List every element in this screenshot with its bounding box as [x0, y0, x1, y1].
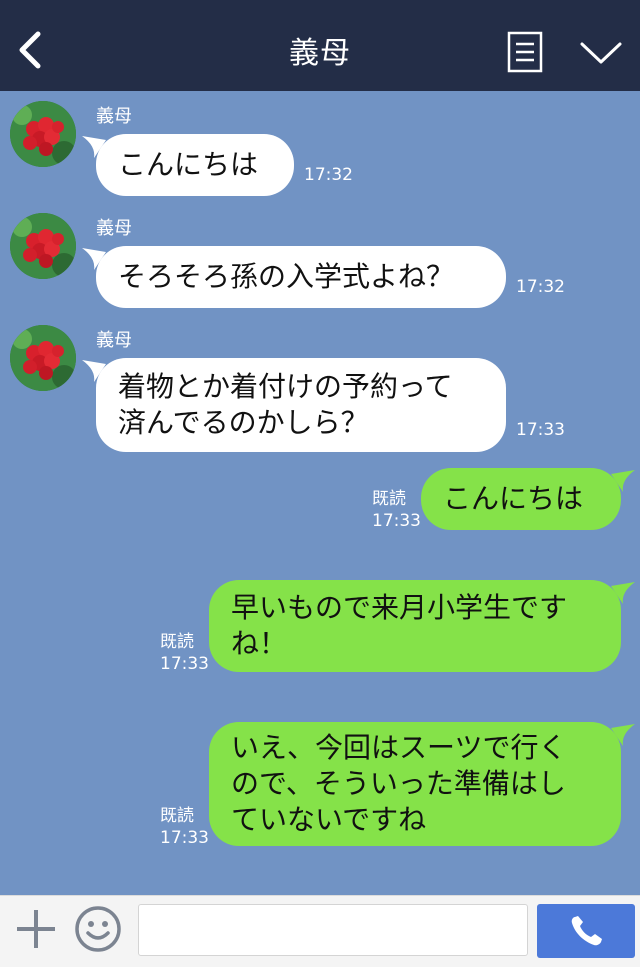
berry-photo-icon — [10, 101, 76, 167]
input-bar — [0, 895, 640, 967]
bubble-tail — [82, 360, 106, 382]
bubble-tail — [611, 470, 635, 492]
bubble-tail — [611, 582, 635, 604]
read-label: 既読 — [372, 489, 406, 509]
message-time: 17:33 — [160, 828, 209, 848]
message-time: 17:32 — [304, 165, 353, 185]
smiley-icon[interactable] — [74, 905, 122, 953]
call-button[interactable] — [537, 904, 635, 958]
message-text: 早いもので来月小学生です ね！ — [231, 591, 568, 660]
message-text: こんにちは — [443, 482, 584, 515]
chat-title: 義母 — [289, 36, 351, 71]
message-text: 着物とか着付けの予約って 済んでるのかしら？ — [118, 370, 453, 439]
message-text: いえ、今回はスーツで行く ので、そういった準備はし ていないですね — [231, 731, 567, 836]
message-time: 17:32 — [516, 277, 565, 297]
avatar[interactable] — [10, 101, 76, 167]
chevron-down-icon[interactable] — [579, 40, 623, 66]
avatar[interactable] — [10, 213, 76, 279]
read-receipt: 既読 17:33 — [160, 631, 209, 675]
message-bubble-outgoing[interactable]: 早いもので来月小学生です ね！ — [209, 580, 635, 672]
message-bubble-outgoing[interactable]: こんにちは — [421, 468, 635, 530]
message-bubble-incoming[interactable]: こんにちは — [82, 134, 294, 196]
message-time: 17:33 — [160, 654, 209, 674]
phone-icon — [571, 916, 602, 946]
bubble-tail — [611, 724, 635, 746]
berry-photo-icon — [10, 213, 76, 279]
read-label: 既読 — [160, 632, 194, 652]
read-receipt: 既読 17:33 — [160, 805, 209, 849]
sender-name: 義母 — [96, 106, 132, 127]
message-bubble-incoming[interactable]: 着物とか着付けの予約って 済んでるのかしら？ — [82, 358, 506, 452]
message-text: そろそろ孫の入学式よね？ — [118, 260, 455, 293]
chat-header: 義母 — [0, 0, 640, 91]
message-bubble-incoming[interactable]: そろそろ孫の入学式よね？ — [82, 246, 506, 308]
message-time: 17:33 — [516, 420, 565, 440]
message-input[interactable] — [138, 904, 528, 956]
sender-name: 義母 — [96, 330, 132, 351]
avatar[interactable] — [10, 325, 76, 391]
bubble-tail — [82, 136, 106, 158]
message-time: 17:33 — [372, 511, 421, 531]
notes-icon[interactable] — [507, 31, 543, 73]
plus-icon[interactable] — [14, 907, 58, 951]
message-text: こんにちは — [118, 148, 259, 181]
read-receipt: 既読 17:33 — [372, 488, 421, 532]
read-label: 既読 — [160, 806, 194, 826]
sender-name: 義母 — [96, 218, 132, 239]
bubble-tail — [82, 248, 106, 270]
message-bubble-outgoing[interactable]: いえ、今回はスーツで行く ので、そういった準備はし ていないですね — [209, 722, 635, 846]
berry-photo-icon — [10, 325, 76, 391]
